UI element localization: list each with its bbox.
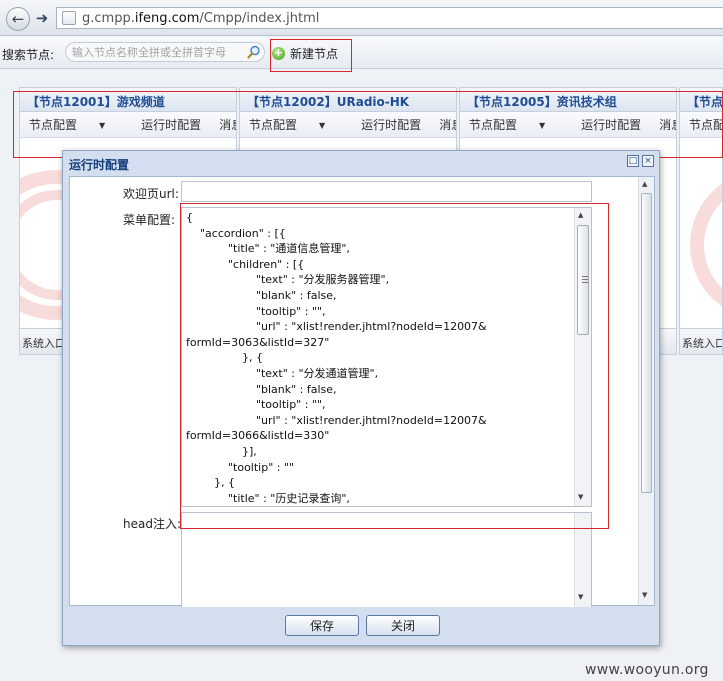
watermark: www.wooyun.org [585,662,709,678]
logo-watermark-icon [690,170,722,320]
forward-icon[interactable]: ➜ [32,8,52,28]
highlight-box-menu-config [180,203,609,529]
dialog-scrollbar[interactable]: ▲ ▼ [638,177,654,605]
highlight-box-new-node [270,39,352,72]
node-toolbar: 搜索节点: + 新建节点 [0,37,723,69]
menu-config-label: 菜单配置: [123,213,176,227]
close-button[interactable]: 关闭 [366,615,440,636]
scroll-down-icon[interactable]: ▼ [578,593,583,601]
search-label: 搜索节点: [2,48,55,62]
search-icon[interactable] [247,45,261,59]
welcome-url-label: 欢迎页url: [123,187,179,201]
back-icon[interactable]: ← [6,7,30,31]
page-icon [62,11,76,25]
browser-chrome: ← ➜ g.cmpp.ifeng.com/Cmpp/index.jhtml [0,0,723,36]
close-icon[interactable]: × [642,155,654,167]
scroll-up-icon[interactable]: ▲ [642,180,647,188]
search-input[interactable] [65,42,265,62]
system-entry-link[interactable]: 系统入口 [680,328,722,354]
maximize-icon[interactable]: □ [627,155,639,167]
node-body [680,140,722,328]
scroll-thumb[interactable] [641,193,652,493]
scroll-down-icon[interactable]: ▼ [642,591,647,599]
head-inject-label: head注入: [123,517,182,531]
dialog-title: 运行时配置 [69,158,130,172]
save-button[interactable]: 保存 [285,615,359,636]
url-text: g.cmpp.ifeng.com/Cmpp/index.jhtml [82,10,320,26]
highlight-box-nodes [13,91,723,158]
welcome-url-field[interactable] [181,181,592,202]
address-bar[interactable]: g.cmpp.ifeng.com/Cmpp/index.jhtml [56,7,723,29]
